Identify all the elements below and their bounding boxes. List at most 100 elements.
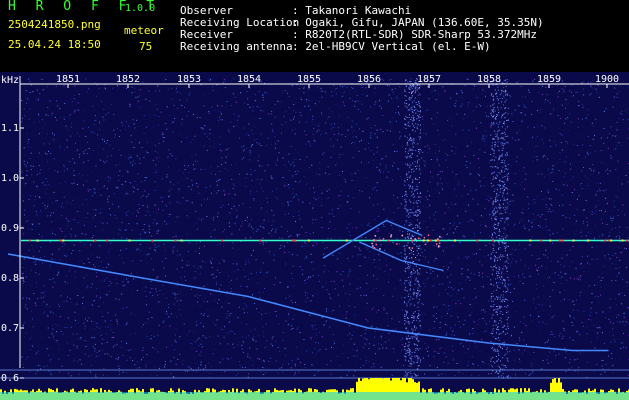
noise-dot: [285, 111, 287, 113]
noise-dot: [52, 202, 54, 204]
noise-dot: [94, 343, 96, 345]
noise-dot: [373, 204, 375, 206]
noise-dot: [258, 107, 260, 108]
noise-dot: [163, 140, 165, 142]
noise-dot: [118, 233, 120, 235]
noise-dot: [349, 333, 351, 335]
band-dot: [405, 267, 407, 269]
band-dot: [407, 347, 409, 349]
noise-dot: [544, 342, 546, 344]
noise-dot: [537, 270, 538, 271]
noise-dot: [330, 238, 332, 240]
band-dot: [409, 233, 411, 235]
band-dot: [404, 262, 406, 264]
noise-dot: [121, 293, 123, 295]
noise-dot: [507, 375, 509, 376]
noise-dot: [73, 360, 75, 362]
noise-dot: [294, 374, 296, 376]
noise-dot: [257, 155, 259, 157]
noise-dot: [246, 218, 248, 220]
noise-dot: [427, 261, 429, 263]
noise-dot: [102, 316, 104, 318]
noise-dot: [359, 250, 361, 252]
band-dot: [498, 266, 500, 268]
noise-dot: [447, 293, 449, 295]
band-dot: [411, 252, 413, 254]
noise-dot: [575, 91, 577, 93]
noise-dot: [478, 375, 480, 377]
noise-dot: [79, 153, 81, 155]
noise-dot: [454, 222, 455, 224]
noise-dot: [197, 267, 199, 269]
noise-dot: [43, 312, 45, 314]
noise-dot: [292, 109, 294, 111]
noise-dot: [467, 193, 469, 195]
noise-dot: [227, 303, 229, 305]
band-dot: [418, 226, 420, 228]
noise-dot: [375, 266, 377, 268]
noise-dot: [166, 206, 168, 207]
noise-dot: [105, 114, 107, 116]
noise-dot: [365, 294, 367, 296]
noise-dot: [524, 265, 526, 267]
noise-dot: [228, 315, 230, 317]
band-dot: [411, 181, 413, 183]
noise-dot: [341, 314, 343, 316]
noise-dot: [136, 361, 138, 363]
noise-dot: [350, 338, 352, 340]
noise-dot: [438, 374, 440, 376]
noise-dot: [303, 241, 305, 243]
noise-dot: [80, 336, 82, 338]
noise-dot: [318, 331, 320, 333]
noise-dot: [124, 156, 126, 158]
noise-dot: [509, 350, 511, 352]
noise-dot: [244, 219, 246, 221]
noise-dot: [307, 257, 309, 259]
noise-dot: [159, 290, 161, 291]
noise-dot: [167, 226, 169, 228]
noise-dot: [500, 218, 502, 220]
noise-dot: [439, 327, 441, 329]
noise-dot: [612, 254, 614, 256]
noise-dot: [531, 365, 533, 367]
band-dot: [405, 193, 407, 195]
noise-dot: [57, 105, 59, 107]
noise-dot: [290, 300, 292, 301]
noise-dot: [136, 119, 137, 121]
noise-dot: [29, 348, 31, 350]
noise-dot: [330, 373, 332, 375]
noise-dot: [413, 372, 415, 374]
band-dot: [413, 142, 415, 144]
noise-dot: [333, 90, 335, 92]
noise-dot: [143, 115, 145, 116]
band-dot: [418, 247, 420, 249]
noise-dot: [249, 87, 251, 89]
noise-dot: [236, 263, 238, 265]
noise-dot: [538, 267, 540, 269]
noise-dot: [154, 204, 156, 206]
noise-dot: [155, 288, 157, 290]
noise-dot: [299, 158, 301, 160]
band-dot: [409, 148, 411, 150]
noise-dot: [603, 190, 605, 192]
noise-dot: [38, 152, 40, 154]
band-dot: [414, 190, 415, 192]
noise-dot: [139, 158, 141, 160]
noise-dot: [157, 152, 158, 154]
noise-dot: [262, 359, 264, 361]
noise-dot: [380, 202, 382, 204]
noise-dot: [477, 323, 479, 325]
noise-dot: [281, 237, 283, 239]
noise-dot: [447, 268, 449, 270]
noise-dot: [325, 122, 327, 124]
noise-dot: [435, 117, 437, 119]
noise-dot: [482, 272, 484, 274]
noise-dot: [523, 339, 525, 341]
noise-dot: [162, 132, 163, 134]
noise-dot: [522, 275, 524, 277]
noise-dot: [149, 228, 151, 230]
noise-dot: [305, 99, 307, 101]
noise-dot: [189, 367, 191, 369]
noise-dot: [460, 90, 462, 92]
band-dot: [405, 95, 407, 97]
